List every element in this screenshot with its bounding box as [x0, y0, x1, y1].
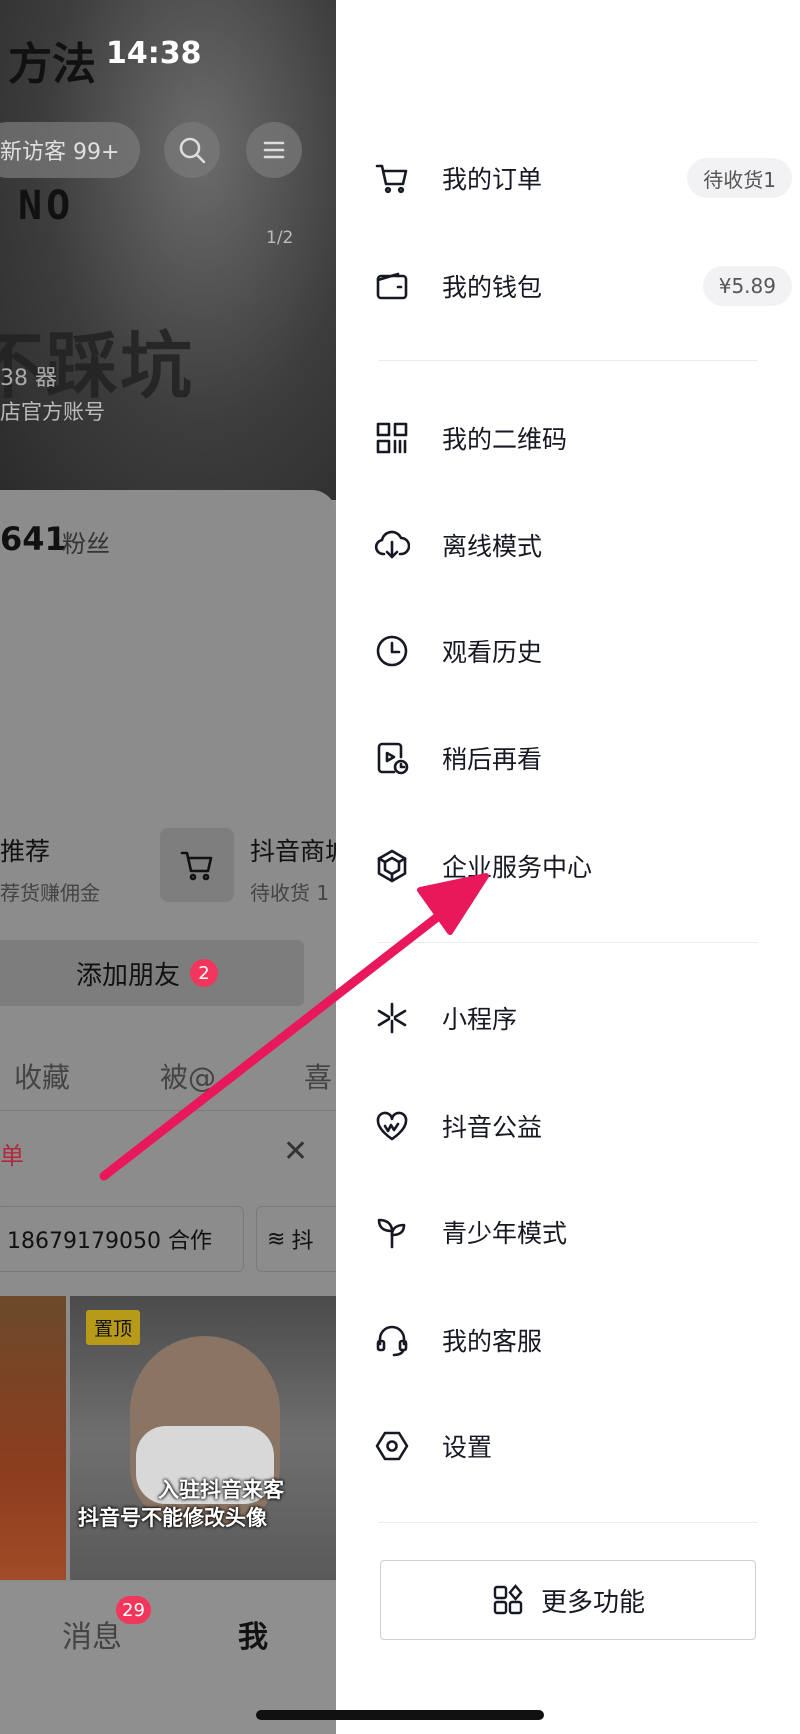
menu-item-label: 我的客服 — [442, 1327, 543, 1356]
side-drawer: 我的订单 待收货1 我的钱包 ¥5.89 我的二维码 离线模式 观看历史 稍后再… — [336, 0, 800, 1734]
menu-item-label: 青少年模式 — [442, 1219, 568, 1248]
tool-chip-label: 抖 — [291, 1229, 314, 1254]
menu-divider — [378, 942, 758, 943]
video-thumbnail[interactable] — [0, 1296, 66, 1580]
menu-item-label: 我的二维码 — [442, 425, 568, 454]
thumbnail-caption-2: 抖音号不能修改头像 — [78, 1506, 267, 1530]
cover-meta: 38 器 — [0, 366, 57, 391]
video-thumbnail-pinned[interactable]: 置顶 入驻抖音来客 抖音号不能修改头像 — [70, 1296, 336, 1580]
menu-item-customer-service[interactable]: 我的客服 — [372, 1300, 772, 1380]
recommend-title[interactable]: 推荐 — [0, 832, 50, 868]
shop-title[interactable]: 抖音商城 — [250, 832, 336, 868]
settings-hexagon-icon — [372, 1426, 412, 1466]
nav-messages[interactable]: 消息 — [62, 1612, 122, 1656]
close-icon[interactable]: ✕ — [283, 1134, 308, 1169]
qrcode-icon — [372, 418, 412, 458]
grid-apps-icon — [493, 1584, 523, 1615]
watch-later-icon — [372, 738, 412, 778]
tool-chip[interactable]: ≋ 抖 — [256, 1206, 336, 1272]
more-features-label: 更多功能 — [540, 1587, 645, 1618]
fans-label: 粉丝 — [62, 530, 110, 558]
visitors-button[interactable]: 新访客 99+ — [0, 122, 140, 178]
search-button[interactable] — [164, 122, 220, 178]
menu-item-label: 观看历史 — [442, 638, 543, 667]
menu-item-label: 抖音公益 — [442, 1113, 543, 1142]
menu-item-charity[interactable]: 抖音公益 — [372, 1086, 772, 1166]
sprout-icon — [372, 1212, 412, 1252]
tab-favorites[interactable]: 收藏 — [14, 1056, 70, 1096]
enterprise-icon — [372, 846, 412, 886]
charity-heart-icon — [372, 1106, 412, 1146]
more-features-button[interactable]: 更多功能 — [380, 1560, 756, 1640]
home-indicator — [256, 1710, 544, 1720]
menu-item-label: 我的钱包 — [442, 273, 543, 302]
profile-background: NO 不踩坑 方法 14:38 新访客 99+ 1/2 38 器 店官方账号 6… — [0, 0, 336, 1734]
cover-page-indicator: 1/2 — [266, 228, 294, 248]
menu-item-label: 设置 — [442, 1433, 493, 1462]
menu-item-label: 小程序 — [442, 1005, 518, 1034]
menu-item-label: 离线模式 — [442, 532, 543, 561]
menu-item-teen-mode[interactable]: 青少年模式 — [372, 1192, 772, 1272]
mini-program-icon — [372, 998, 412, 1038]
list-prompt[interactable]: 单 — [0, 1136, 24, 1171]
shop-entry[interactable] — [160, 828, 234, 902]
wallet-balance-pill: ¥5.89 — [702, 266, 792, 306]
tab-likes[interactable]: 喜 — [304, 1056, 332, 1096]
tab-mentions[interactable]: 被@ — [160, 1056, 216, 1096]
menu-item-label: 稍后再看 — [442, 745, 543, 774]
headset-icon — [372, 1320, 412, 1360]
fans-count[interactable]: 641 — [0, 520, 67, 558]
layers-icon: ≋ — [267, 1226, 286, 1252]
hamburger-icon — [263, 141, 285, 159]
menu-divider — [378, 1522, 758, 1523]
wallet-icon — [372, 266, 412, 306]
pinned-badge: 置顶 — [86, 1310, 141, 1345]
menu-item-wallet[interactable]: 我的钱包 ¥5.89 — [372, 246, 792, 326]
cloud-download-icon — [372, 525, 412, 565]
tab-divider — [0, 1110, 336, 1111]
recommend-subtitle: 荐货赚佣金 — [0, 881, 100, 905]
menu-divider — [378, 360, 758, 361]
orders-status-pill: 待收货1 — [687, 158, 792, 198]
add-friend-button[interactable]: 添加朋友 2 — [0, 940, 304, 1006]
menu-item-watch-later[interactable]: 稍后再看 — [372, 718, 772, 798]
menu-item-label: 企业服务中心 — [442, 853, 593, 882]
cart-icon — [180, 851, 213, 881]
menu-item-orders[interactable]: 我的订单 待收货1 — [372, 138, 792, 218]
messages-badge: 29 — [116, 1596, 151, 1624]
thumbnail-caption-1: 入驻抖音来客 — [158, 1478, 284, 1502]
clock-icon — [372, 631, 412, 671]
add-friend-badge: 2 — [190, 959, 218, 987]
menu-item-enterprise[interactable]: 企业服务中心 — [372, 826, 772, 906]
add-friend-label: 添加朋友 — [75, 960, 180, 991]
cover-art-text: NO — [18, 183, 75, 229]
nav-me[interactable]: 我 — [238, 1612, 268, 1656]
menu-item-qrcode[interactable]: 我的二维码 — [372, 398, 772, 478]
menu-item-settings[interactable]: 设置 — [372, 1406, 772, 1486]
menu-button[interactable] — [246, 122, 302, 178]
contact-chip[interactable]: 18679179050 合作 — [0, 1206, 244, 1272]
status-time: 14:38 — [106, 36, 202, 71]
menu-item-history[interactable]: 观看历史 — [372, 611, 772, 691]
account-type: 店官方账号 — [0, 400, 105, 424]
search-icon — [179, 137, 206, 164]
status-title: 方法 — [8, 39, 96, 90]
menu-item-offline[interactable]: 离线模式 — [372, 505, 772, 585]
cart-icon — [372, 158, 412, 198]
shop-subtitle: 待收货 1 — [250, 881, 330, 905]
menu-item-label: 我的订单 — [442, 165, 543, 194]
contact-chip-label: 18679179050 合作 — [7, 1229, 212, 1254]
menu-item-mini-program[interactable]: 小程序 — [372, 978, 772, 1058]
